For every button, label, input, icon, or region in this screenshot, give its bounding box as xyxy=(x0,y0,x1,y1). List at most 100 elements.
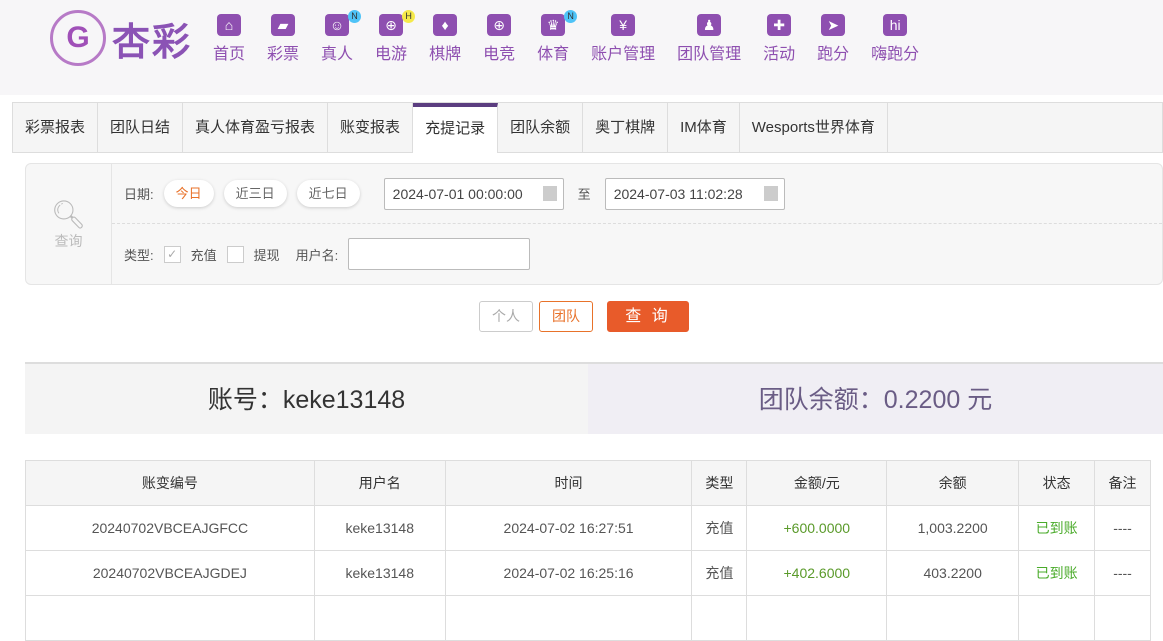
main-nav: ⌂ 首页 ▰ 彩票 ☺ 真人 N ⊕ 电游 H ♦ 棋牌 ⊕ 电竞 ♛ 体育 N ¥ 账户管理 ♟ 团队管理 ✚ 活动 ➤ 跑分… xyxy=(205,10,933,64)
tab-5[interactable]: 团队余额 xyxy=(498,103,584,152)
live-dealer-icon: ☺ xyxy=(325,14,350,36)
trophy-icon: ♛ xyxy=(541,14,566,36)
nav-item-1[interactable]: ▰ 彩票 xyxy=(259,14,307,64)
table-row xyxy=(25,595,1151,641)
column-header: 时间 xyxy=(444,460,693,506)
tab-3[interactable]: 账变报表 xyxy=(328,103,414,152)
nav-badge: N xyxy=(564,10,578,23)
last-3-days-button[interactable]: 近三日 xyxy=(223,180,287,207)
table-cell: 20240702VBCEAJGDEJ xyxy=(25,550,315,596)
table-cell: 充值 xyxy=(691,505,748,551)
table-cell xyxy=(691,595,748,641)
withdraw-label: 提现 xyxy=(253,247,280,263)
filter-panel: 🔍︎ 查询 日期: 今日 近三日 近七日 2024-07-01 00:00:00… xyxy=(25,163,1163,285)
query-button[interactable]: 查 询 xyxy=(607,301,689,332)
table-cell: +600.0000 xyxy=(746,505,888,551)
column-header: 账变编号 xyxy=(25,460,315,506)
nav-item-6[interactable]: ♛ 体育 N xyxy=(529,10,578,64)
nav-item-8[interactable]: ♟ 团队管理 xyxy=(669,14,749,64)
report-tabs: 彩票报表 团队日结 真人体育盈亏报表 账变报表 充提记录 团队余额 奥丁棋牌 IM体育 Wesp… xyxy=(12,102,1163,153)
nav-badge: H xyxy=(402,10,416,23)
table-cell: keke13148 xyxy=(313,550,446,596)
table-cell: 20240702VBCEAJGFCC xyxy=(25,505,315,551)
nav-label: 真人 xyxy=(321,46,354,63)
nav-label: 活动 xyxy=(763,46,796,63)
nav-item-4[interactable]: ♦ 棋牌 xyxy=(421,14,469,64)
tab-8[interactable]: Wesports世界体育 xyxy=(740,103,888,152)
calendar-icon[interactable] xyxy=(542,185,557,201)
nav-item-10[interactable]: ➤ 跑分 xyxy=(809,14,857,64)
nav-label: 体育 xyxy=(537,46,570,63)
nav-item-7[interactable]: ¥ 账户管理 xyxy=(583,14,663,64)
username-input[interactable] xyxy=(348,238,531,270)
nav-label: 嗨跑分 xyxy=(871,46,920,63)
today-button[interactable]: 今日 xyxy=(163,180,214,207)
personal-button[interactable]: 个人 xyxy=(479,301,533,332)
column-header: 用户名 xyxy=(313,460,446,506)
table-cell: ---- xyxy=(1094,550,1151,596)
table-cell: 2024-07-02 16:27:51 xyxy=(444,505,693,551)
column-header: 备注 xyxy=(1094,460,1151,506)
deposit-checkbox[interactable]: ✓ xyxy=(163,245,181,263)
nav-item-5[interactable]: ⊕ 电竞 xyxy=(475,14,523,64)
table-cell: 充值 xyxy=(691,550,748,596)
deposit-label: 充值 xyxy=(190,247,217,263)
table-header: 账变编号 用户名 时间 类型 金额/元 余额 状态 备注 xyxy=(25,460,1151,506)
nav-label: 账户管理 xyxy=(591,46,656,63)
yen-icon: ¥ xyxy=(611,14,636,36)
end-date-input[interactable]: 2024-07-03 11:02:28 xyxy=(604,177,785,210)
to-label: 至 xyxy=(577,187,591,202)
column-header: 类型 xyxy=(691,460,748,506)
table-cell: +402.6000 xyxy=(746,550,888,596)
table-cell: keke13148 xyxy=(313,505,446,551)
table-cell xyxy=(1018,595,1096,641)
tab-2[interactable]: 真人体育盈亏报表 xyxy=(183,103,329,152)
start-date-input[interactable]: 2024-07-01 00:00:00 xyxy=(383,177,564,210)
tab-1[interactable]: 团队日结 xyxy=(98,103,184,152)
column-header: 余额 xyxy=(886,460,1020,506)
tab-0[interactable]: 彩票报表 xyxy=(13,103,99,152)
query-label: 查询 xyxy=(54,232,83,249)
hi-icon: hi xyxy=(883,14,908,36)
table-cell xyxy=(444,595,693,641)
table-cell: 403.2200 xyxy=(886,550,1020,596)
nav-label: 首页 xyxy=(213,46,246,63)
tab-6[interactable]: 奥丁棋牌 xyxy=(583,103,669,152)
start-date-value: 2024-07-01 00:00:00 xyxy=(392,185,523,202)
nav-label: 电竞 xyxy=(483,46,516,63)
nav-item-2[interactable]: ☺ 真人 N xyxy=(313,10,362,64)
records-table: 账变编号 用户名 时间 类型 金额/元 余额 状态 备注 20240702VBCEAJGFCC… xyxy=(25,460,1151,641)
team-icon: ♟ xyxy=(697,14,722,36)
calendar-icon[interactable] xyxy=(763,185,778,201)
logo-icon: G xyxy=(50,10,106,66)
table-cell: 已到账 xyxy=(1018,550,1096,596)
table-cell xyxy=(1094,595,1151,641)
action-buttons: 个人 团队 查 询 xyxy=(479,301,689,332)
table-cell xyxy=(746,595,888,641)
table-cell: 2024-07-02 16:25:16 xyxy=(444,550,693,596)
nav-item-0[interactable]: ⌂ 首页 xyxy=(205,14,253,64)
summary-bar: 账号：keke13148 团队余额：0.2200 元 xyxy=(25,362,1163,434)
gamepad-icon: ⊕ xyxy=(487,14,512,36)
query-section-label: 🔍︎ 查询 xyxy=(26,164,112,284)
table-cell xyxy=(886,595,1020,641)
withdraw-checkbox[interactable] xyxy=(226,245,244,263)
nav-label: 团队管理 xyxy=(677,46,742,63)
tab-4[interactable]: 充提记录 xyxy=(413,103,499,153)
last-7-days-button[interactable]: 近七日 xyxy=(296,180,360,207)
column-header: 状态 xyxy=(1018,460,1096,506)
username-label: 用户名: xyxy=(295,247,339,263)
home-icon: ⌂ xyxy=(217,14,241,36)
table-row: 20240702VBCEAJGFCC keke13148 2024-07-02 16… xyxy=(25,505,1151,551)
logo[interactable]: G 杏彩 xyxy=(50,10,192,66)
brand-name: 杏彩 xyxy=(112,21,193,64)
nav-label: 电游 xyxy=(375,46,408,63)
nav-item-11[interactable]: hi 嗨跑分 xyxy=(863,14,927,64)
ticket-icon: ▰ xyxy=(271,14,296,36)
tab-7[interactable]: IM体育 xyxy=(668,103,740,152)
car-icon: ➤ xyxy=(821,14,846,36)
team-button[interactable]: 团队 xyxy=(539,301,593,332)
team-balance: 团队余额：0.2200 元 xyxy=(588,364,1163,434)
nav-item-3[interactable]: ⊕ 电游 H xyxy=(367,10,416,64)
nav-item-9[interactable]: ✚ 活动 xyxy=(755,14,803,64)
